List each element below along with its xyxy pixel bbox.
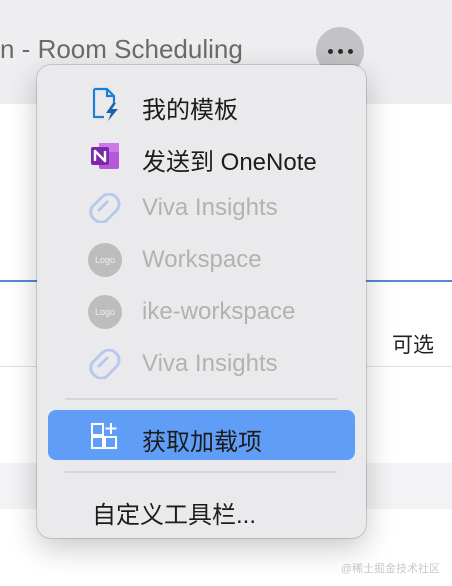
window-title: n - Room Scheduling bbox=[0, 34, 243, 64]
template-icon bbox=[88, 87, 122, 121]
menu-item-label: ike-workspace bbox=[142, 298, 296, 325]
menu-item-send-to-onenote[interactable]: 发送到 OneNote bbox=[48, 130, 355, 180]
menu-item-label: Viva Insights bbox=[142, 350, 278, 377]
more-options-menu: 我的模板 发送到 OneNote Viva Insights Logo Work… bbox=[37, 65, 366, 538]
menu-item-viva-insights-2[interactable]: Viva Insights bbox=[48, 338, 355, 388]
menu-separator bbox=[65, 471, 337, 473]
menu-item-my-templates[interactable]: 我的模板 bbox=[48, 78, 355, 128]
logo-placeholder-icon: Logo bbox=[88, 243, 122, 277]
menu-item-label: 获取加载项 bbox=[142, 429, 262, 456]
viva-insights-icon bbox=[88, 191, 122, 225]
menu-item-label: 发送到 OneNote bbox=[142, 149, 317, 176]
viva-insights-icon bbox=[88, 347, 122, 381]
menu-item-workspace[interactable]: Logo Workspace bbox=[48, 234, 355, 284]
menu-item-get-add-ins[interactable]: 获取加载项 bbox=[48, 410, 355, 460]
menu-item-ike-workspace[interactable]: Logo ike-workspace bbox=[48, 286, 355, 336]
add-ins-icon bbox=[88, 419, 122, 453]
ellipsis-icon bbox=[327, 48, 333, 54]
optional-label: 可选 bbox=[392, 334, 434, 357]
logo-placeholder-icon: Logo bbox=[88, 295, 122, 329]
menu-separator bbox=[65, 398, 337, 400]
menu-item-label: 我的模板 bbox=[142, 97, 238, 124]
menu-item-customize-toolbar[interactable]: 自定义工具栏... bbox=[48, 483, 355, 533]
onenote-icon bbox=[88, 139, 122, 173]
menu-item-label: 自定义工具栏... bbox=[92, 502, 257, 529]
menu-item-viva-insights[interactable]: Viva Insights bbox=[48, 182, 355, 232]
watermark: @稀土掘金技术社区 bbox=[340, 563, 440, 575]
menu-item-label: Workspace bbox=[142, 246, 262, 273]
menu-item-label: Viva Insights bbox=[142, 194, 278, 221]
